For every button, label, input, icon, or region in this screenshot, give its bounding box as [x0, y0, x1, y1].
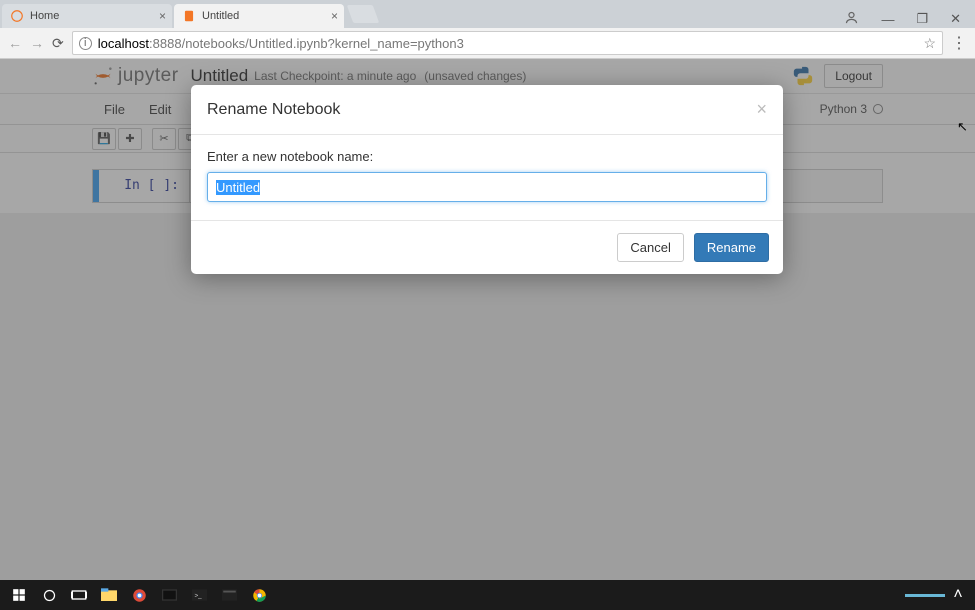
file-explorer-icon[interactable] — [94, 580, 124, 610]
close-icon[interactable]: × — [756, 99, 767, 120]
tray-chevron-up-icon[interactable]: ˄ — [945, 580, 971, 610]
rename-button[interactable]: Rename — [694, 233, 769, 262]
jupyter-favicon-icon — [10, 9, 24, 23]
svg-text:>_: >_ — [194, 593, 202, 600]
maximize-icon[interactable]: ❐ — [916, 11, 928, 27]
window-controls: — ❐ ✕ — [830, 10, 975, 28]
minimize-icon[interactable]: — — [881, 12, 894, 27]
cortana-icon[interactable] — [34, 580, 64, 610]
notebook-favicon-icon — [182, 9, 196, 23]
close-icon[interactable]: × — [331, 9, 338, 23]
tray-highlight — [905, 594, 945, 597]
tab-label: Untitled — [202, 10, 239, 22]
cancel-button[interactable]: Cancel — [617, 233, 683, 262]
url-host: localhost — [98, 36, 149, 51]
cmd-icon[interactable]: >_ — [184, 580, 214, 610]
terminal-icon[interactable] — [154, 580, 184, 610]
start-menu-icon[interactable] — [4, 580, 34, 610]
browser-tab-strip: Home × Untitled × — ❐ ✕ — [0, 0, 975, 28]
profile-icon[interactable] — [844, 10, 859, 28]
task-view-icon[interactable] — [64, 580, 94, 610]
url-path: :8888/notebooks/Untitled.ipynb?kernel_na… — [149, 36, 464, 51]
notebook-name-input[interactable] — [207, 172, 767, 202]
close-icon[interactable]: × — [159, 9, 166, 23]
back-icon[interactable]: ← — [8, 35, 22, 51]
modal-label: Enter a new notebook name: — [207, 149, 767, 164]
chrome-taskbar-icon[interactable] — [124, 580, 154, 610]
bookmark-icon[interactable]: ☆ — [923, 35, 936, 52]
site-info-icon[interactable]: i — [79, 37, 92, 50]
modal-title: Rename Notebook — [207, 101, 340, 119]
system-tray: ˄ — [905, 580, 971, 610]
browser-tab-home[interactable]: Home × — [2, 4, 172, 28]
browser-tab-untitled[interactable]: Untitled × — [174, 4, 344, 28]
reload-icon[interactable]: ⟳ — [52, 35, 64, 52]
browser-menu-icon[interactable]: ⋮ — [951, 33, 967, 53]
cmd2-icon[interactable] — [214, 580, 244, 610]
tab-label: Home — [30, 10, 59, 22]
close-window-icon[interactable]: ✕ — [950, 11, 961, 27]
chrome-running-icon[interactable] — [244, 580, 274, 610]
browser-address-bar: ← → ⟳ i localhost :8888/notebooks/Untitl… — [0, 28, 975, 59]
windows-taskbar: >_ ˄ — [0, 580, 975, 610]
mouse-cursor-icon: ↖ — [957, 119, 968, 135]
rename-notebook-dialog: Rename Notebook × Enter a new notebook n… — [191, 85, 783, 274]
forward-icon: → — [30, 35, 44, 51]
new-tab-button[interactable] — [347, 5, 380, 23]
url-input[interactable]: i localhost :8888/notebooks/Untitled.ipy… — [72, 31, 943, 55]
